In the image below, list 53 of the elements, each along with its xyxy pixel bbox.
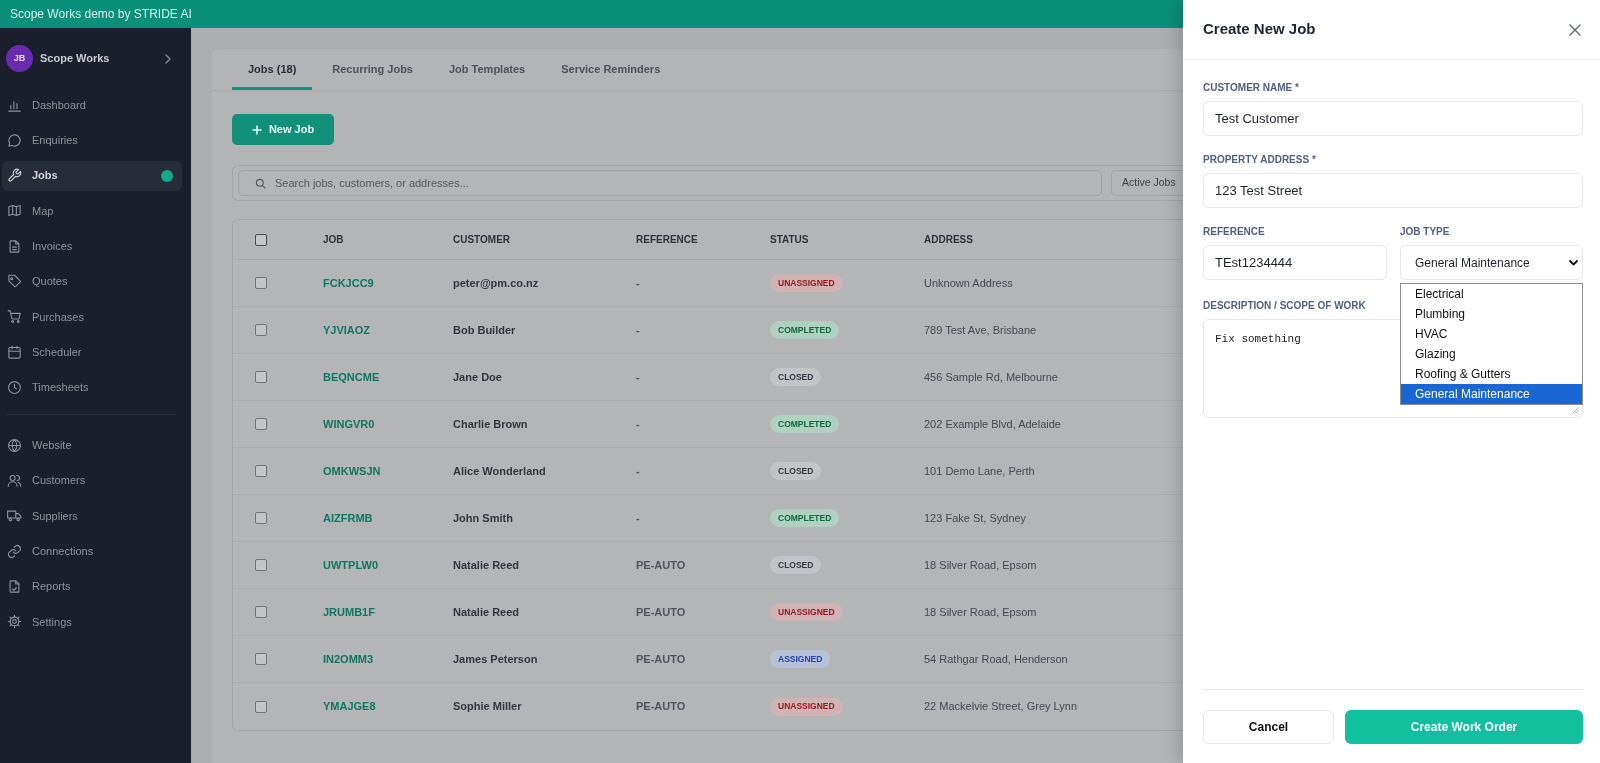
reference-cell-text: PE-AUTO [636,557,686,573]
address-cell-text: 18 Silver Road, Epsom [924,557,1037,573]
status-badge: COMPLETED [770,321,840,339]
column-header: ADDRESS [924,233,973,247]
customer-cell-text: Natalie Reed [453,604,520,620]
customer-cell-text: peter@pm.co.nz [453,275,539,291]
status-badge: COMPLETED [770,509,840,527]
customer-cell-text: Jane Doe [453,369,502,385]
address-cell-text: 101 Demo Lane, Perth [924,463,1035,479]
reference-cell-text: - [636,416,640,432]
status-badge: UNASSIGNED [770,697,843,716]
customer-cell-text: Alice Wonderland [453,463,546,479]
address-cell-text: 202 Example Blvd, Adelaide [924,416,1061,432]
field-label: REFERENCE [1203,225,1265,239]
field-label: JOB TYPE [1400,225,1450,239]
address-cell-text: Unknown Address [924,275,1013,291]
customer-cell-text: Natalie Reed [453,557,520,573]
demo-banner: Scope Works demo by STRIDE AI [0,0,1183,28]
column-header: JOB [323,233,344,247]
reference-cell-text: - [636,322,640,338]
address-cell-text: 22 Mackelvie Street, Grey Lynn [924,699,1078,715]
address-cell-text: 18 Silver Road, Epsom [924,604,1037,620]
field-label: PROPERTY ADDRESS * [1203,153,1316,167]
reference-cell-text: PE-AUTO [636,604,686,620]
address-cell-text: 456 Sample Rd, Melbourne [924,369,1058,385]
field-label: DESCRIPTION / SCOPE OF WORK [1203,299,1366,313]
status-badge: UNASSIGNED [770,603,843,621]
customer-cell-text: John Smith [453,510,513,526]
address-cell-text: 123 Fake St, Sydney [924,510,1027,526]
status-badge: COMPLETED [770,415,840,433]
column-header: CUSTOMER [453,233,511,247]
reference-cell-text: - [636,463,640,479]
status-badge: CLOSED [770,462,822,480]
status-badge: ASSIGNED [770,650,831,668]
customer-cell-text: James Peterson [453,651,538,667]
customer-cell-text: Charlie Brown [453,416,528,432]
reference-cell-text: - [636,510,640,526]
status-badge: UNASSIGNED [770,274,843,292]
column-header: STATUS [770,233,809,247]
reference-cell-text: PE-AUTO [636,699,686,715]
field-label: CUSTOMER NAME * [1203,81,1299,95]
column-header: REFERENCE [636,233,698,247]
address-cell-text: 54 Rathgar Road, Henderson [924,651,1068,667]
reference-cell-text: PE-AUTO [636,651,686,667]
reference-cell-text: - [636,369,640,385]
address-cell-text: 789 Test Ave, Brisbane [924,322,1037,338]
customer-cell-text: Sophie Miller [453,699,522,715]
panel-title: Create New Job [1203,19,1316,40]
reference-cell-text: - [636,275,640,291]
status-badge: CLOSED [770,368,822,386]
status-badge: CLOSED [770,556,822,574]
customer-cell-text: Bob Builder [453,322,516,338]
avatar: JB [6,45,33,72]
